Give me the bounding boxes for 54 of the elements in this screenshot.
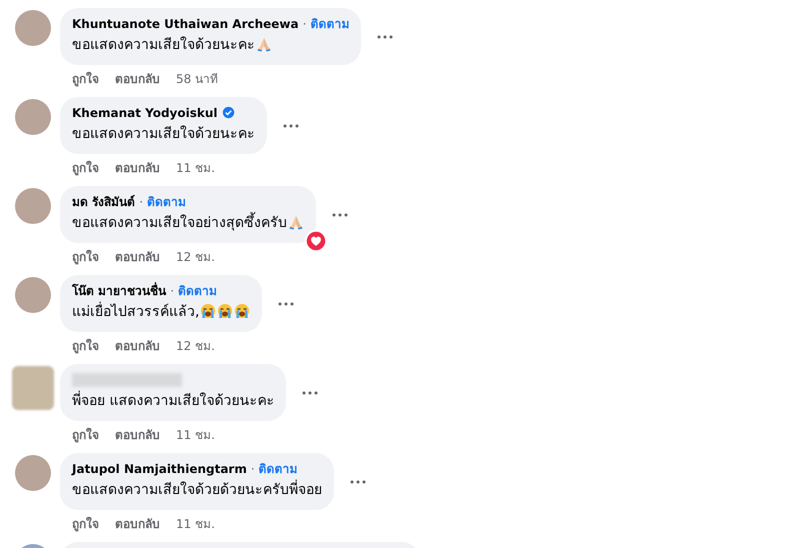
crying-face-icon (217, 303, 234, 319)
follow-link[interactable]: ติดตาม (147, 192, 186, 211)
comment-time: 12 ชม. (176, 338, 215, 355)
comment-time: 58 นาที (176, 71, 218, 88)
more-options-icon[interactable] (278, 302, 294, 306)
more-options-icon[interactable] (332, 212, 348, 216)
avatar-photo-placeholder[interactable] (15, 10, 51, 46)
commenter-name-link[interactable]: Khemanat Yodyoiskul (72, 106, 218, 120)
more-options-icon[interactable] (377, 34, 394, 38)
like-link[interactable]: ถูกใจ (72, 514, 99, 533)
separator-dot: · (139, 194, 144, 208)
reply-link[interactable]: ตอบกลับ (115, 247, 160, 266)
heart-reaction-icon[interactable] (304, 229, 328, 253)
crying-face-icon (200, 303, 216, 319)
praying-hands-icon (256, 36, 272, 52)
crying-face-icon (234, 303, 250, 319)
like-link[interactable]: ถูกใจ (72, 158, 99, 177)
praying-hands-icon (288, 214, 304, 230)
reply-link[interactable]: ตอบกลับ (115, 514, 160, 533)
reply-link[interactable]: ตอบกลับ (115, 336, 160, 355)
comment-text: พี่จอย แสดงความเสียใจด้วยนะคะ (72, 389, 274, 411)
avatar-photo-placeholder[interactable] (15, 188, 51, 224)
comment-text: ขอแสดงความเสียใจอย่างสุดซึ้งครับ (72, 211, 287, 233)
more-options-icon[interactable] (350, 480, 366, 484)
follow-link[interactable]: ติดตาม (310, 14, 350, 33)
separator-dot: · (250, 462, 255, 476)
comment-text: ขอแสดงความเสียใจด้วยนะคะ (72, 124, 255, 144)
like-link[interactable]: ถูกใจ (72, 247, 99, 266)
separator-dot: · (170, 284, 174, 298)
reply-link[interactable]: ตอบกลับ (115, 69, 160, 88)
commenter-name-link[interactable]: Jatupol Namjaithiengtarm (72, 462, 247, 476)
comment-text: ขอแสดงความเสียใจด้วยด้วยนะครับพี่จอย (72, 478, 322, 500)
comment-time: 12 ชม. (176, 249, 215, 266)
comment-text: ขอแสดงความเสียใจด้วยนะคะ (72, 36, 255, 55)
avatar-photo-placeholder[interactable] (15, 455, 51, 491)
follow-link[interactable]: ติดตาม (178, 281, 218, 300)
comment-time: 11 ชม. (176, 427, 215, 444)
reply-link[interactable]: ตอบกลับ (115, 425, 160, 444)
more-options-icon[interactable] (302, 390, 318, 394)
commenter-name-link[interactable]: มด รังสิมันต์ (72, 192, 136, 211)
commenter-name-link[interactable]: โน๊ต มายาชวนชื่น (72, 281, 166, 300)
comment-time: 11 ชม. (176, 160, 215, 177)
comment-text: แม่เยื่อไปสวรรค์แล้ว, (72, 300, 200, 322)
reply-link[interactable]: ตอบกลับ (115, 158, 160, 177)
commenter-name-link[interactable]: Khuntuanote Uthaiwan Archeewa (72, 16, 299, 30)
like-link[interactable]: ถูกใจ (72, 336, 99, 355)
avatar-photo-placeholder[interactable] (15, 277, 51, 313)
separator-dot: · (302, 16, 306, 30)
follow-link[interactable]: ติดตาม (258, 459, 298, 478)
comment-time: 11 ชม. (176, 516, 215, 533)
more-options-icon[interactable] (283, 124, 299, 128)
like-link[interactable]: ถูกใจ (72, 425, 99, 444)
avatar-photo-placeholder[interactable] (15, 99, 51, 135)
like-link[interactable]: ถูกใจ (72, 69, 99, 88)
